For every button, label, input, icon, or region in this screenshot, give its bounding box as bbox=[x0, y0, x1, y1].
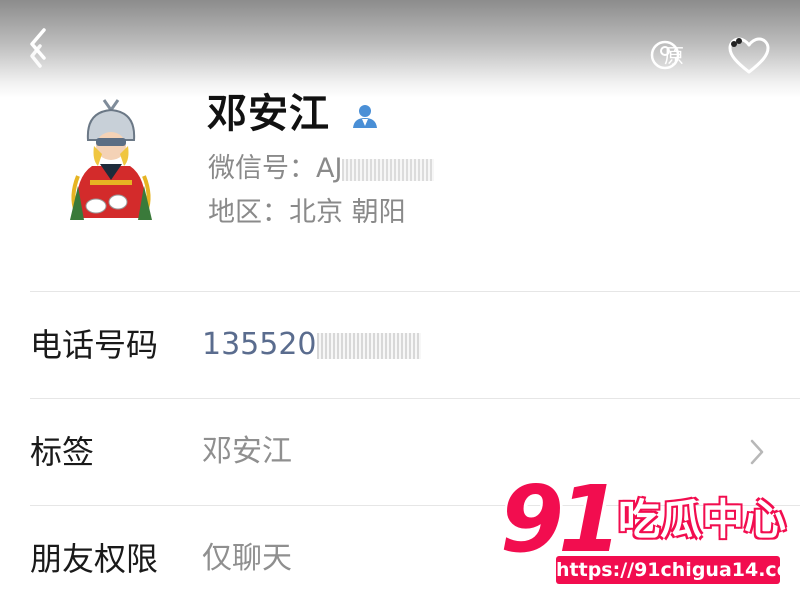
redacted-mask bbox=[316, 332, 421, 359]
watermark-title: 吃瓜中心 bbox=[618, 495, 787, 544]
phone-row[interactable]: 电话号码 135520 bbox=[0, 292, 800, 398]
wechat-id: 微信号：AJ bbox=[208, 152, 435, 186]
friend-permissions-value: 仅聊天 bbox=[202, 541, 292, 576]
wechat-id-label: 微信号： bbox=[208, 153, 316, 184]
phone-value[interactable]: 135520 bbox=[202, 292, 421, 398]
chevron-left-icon bbox=[30, 28, 46, 68]
region-label: 地区： bbox=[208, 197, 289, 228]
watermark-url: https://91chigua14.com bbox=[556, 556, 800, 584]
profile-name: 邓安江 bbox=[207, 91, 330, 137]
back-button[interactable] bbox=[18, 22, 66, 74]
favorite-button[interactable] bbox=[726, 36, 772, 76]
heart-icon bbox=[728, 37, 770, 74]
watermark-number: 91 bbox=[500, 466, 622, 573]
tags-value: 邓安江 bbox=[202, 434, 292, 469]
phone-label: 电话号码 bbox=[30, 326, 159, 364]
view-original-button[interactable]: 原 bbox=[648, 38, 690, 76]
chevron-right-icon bbox=[750, 439, 764, 465]
person-badge-icon bbox=[350, 102, 380, 130]
phone-number: 135520 bbox=[202, 327, 317, 362]
tags-label: 标签 bbox=[30, 433, 95, 471]
avatar[interactable] bbox=[66, 96, 156, 226]
avatar-image bbox=[70, 99, 152, 220]
wechat-id-value: AJ bbox=[316, 153, 343, 184]
region-value: 北京 朝阳 bbox=[289, 197, 406, 228]
redacted-mask bbox=[342, 158, 435, 181]
top-bar: 原 bbox=[0, 0, 800, 98]
original-label: 原 bbox=[664, 44, 684, 68]
site-watermark: 91 吃瓜中心 https://91chigua14.com bbox=[500, 466, 800, 592]
region: 地区：北京 朝阳 bbox=[208, 196, 406, 230]
friend-permissions-label: 朋友权限 bbox=[30, 540, 159, 578]
